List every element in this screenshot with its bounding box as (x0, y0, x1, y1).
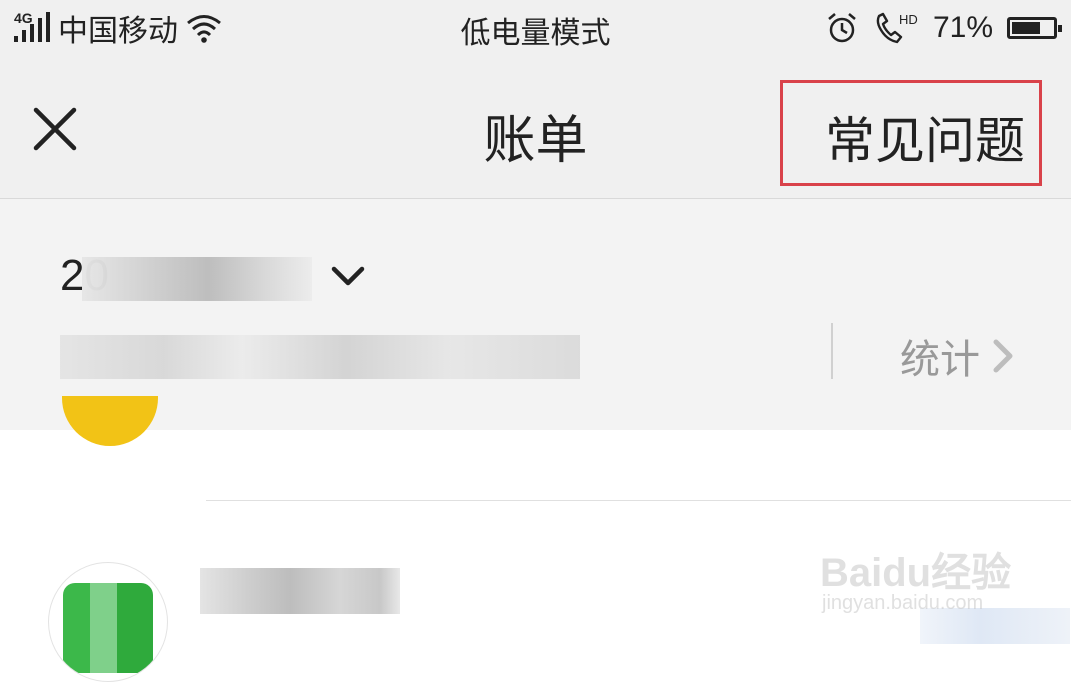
faq-button[interactable]: 常见问题 (780, 80, 1042, 186)
month-selector[interactable]: 20 (60, 251, 366, 301)
transaction-amount-redacted (920, 608, 1070, 644)
faq-label: 常见问题 (825, 112, 1025, 170)
stats-button[interactable]: 统计 (900, 327, 1018, 385)
row-divider (206, 500, 1071, 501)
transaction-name-redacted (200, 568, 400, 614)
hd-badge: HD (899, 12, 918, 27)
battery-icon (1007, 17, 1062, 39)
battery-percent: 71% (932, 11, 993, 44)
status-bar: 4G 中国移动 低电量模式 HD 71% (0, 0, 1071, 58)
status-right: HD 71% (825, 8, 1062, 48)
vertical-divider (831, 323, 833, 379)
alarm-icon (828, 13, 856, 43)
month-summary-panel: 20 统计 (0, 199, 1071, 430)
month-label: 20 (60, 251, 312, 301)
transaction-list[interactable] (0, 396, 1071, 682)
transaction-avatar (48, 562, 168, 682)
stats-label: 统计 (900, 337, 980, 383)
nav-bar: 账单 常见问题 (0, 58, 1071, 199)
chevron-down-icon (331, 266, 365, 286)
battery-fill (1012, 22, 1040, 34)
phone-hd-icon: HD (876, 12, 918, 44)
chevron-right-icon (993, 339, 1013, 373)
transaction-icon (62, 396, 158, 446)
